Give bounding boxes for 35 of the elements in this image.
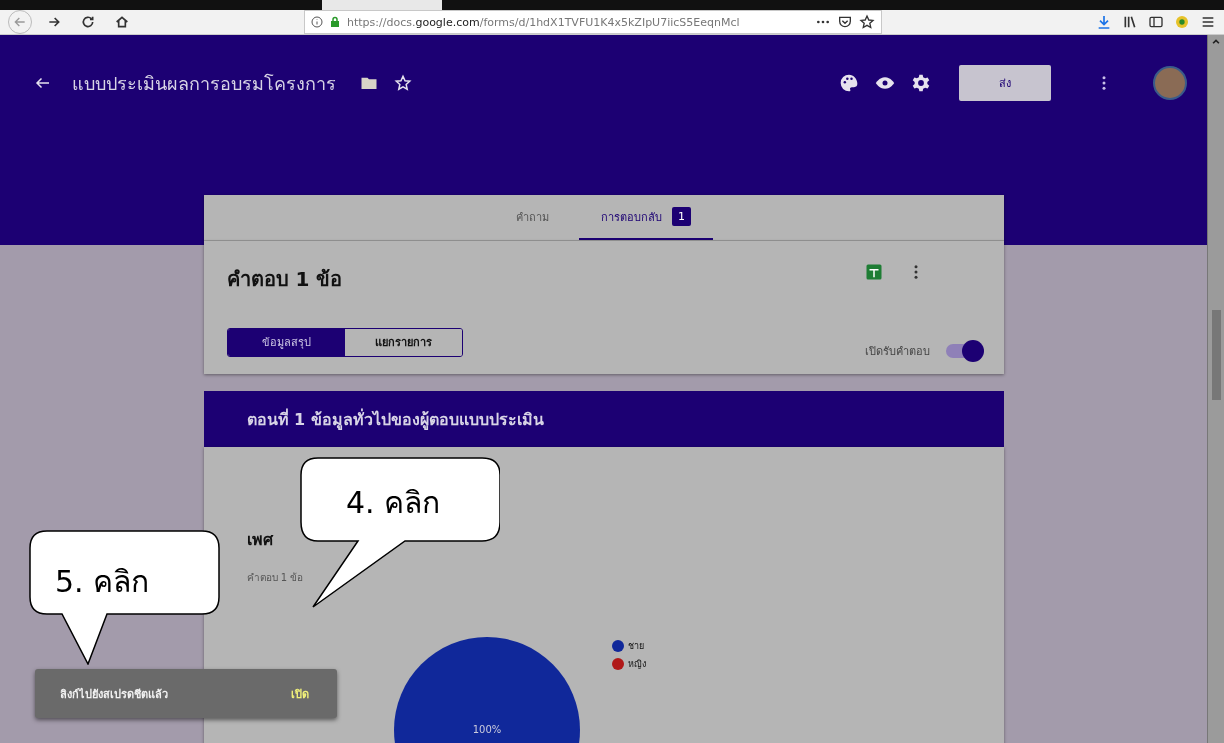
star-icon[interactable] [859, 14, 875, 30]
scrollbar-thumb[interactable] [1211, 310, 1221, 400]
send-button[interactable]: ส่ง [959, 65, 1051, 101]
callout-text: 4. คลิก [346, 484, 441, 522]
menu-icon[interactable] [1200, 14, 1216, 30]
legend-label: ชาย [627, 640, 644, 653]
section-title: ตอนที่ 1 ข้อมูลทั่วไปของผู้ตอบแบบประเมิน [246, 407, 544, 432]
open-link[interactable]: เปิด [289, 682, 311, 705]
avatar[interactable] [1153, 66, 1187, 100]
question-title: เพศ [246, 529, 275, 551]
reload-icon [80, 14, 96, 30]
url-text: https://docs.google.com/forms/d/1hdX1TVFU1K4x5kZIpU7iicS5EeqnMcl [347, 15, 741, 29]
form-title: แบบประเมินผลการอบรมโครงการ [72, 71, 336, 96]
legend-label: หญิง [627, 658, 646, 671]
snackbar-message: ลิงก์ไปยังสเปรดชีตแล้ว [60, 686, 168, 703]
responses-title: คำตอบ 1 ข้อ [226, 266, 344, 293]
view-toggle[interactable]: ข้อมูลสรุป [227, 328, 345, 356]
response-count: คำตอบ 1 ข้อ [246, 571, 305, 585]
toggle-label: เปิดรับคำตอบ [864, 344, 930, 360]
lock-icon [329, 16, 341, 28]
address-bar[interactable]: https://docs.google.com/forms/d/1hdX1TVFU1K4x5kZIpU7iicS5EeqnMcl [304, 10, 882, 34]
library-icon[interactable] [1122, 14, 1138, 30]
sidebar-icon[interactable] [1148, 14, 1164, 30]
scroll-up-icon[interactable] [1211, 37, 1221, 47]
settings-icon[interactable] [911, 73, 931, 93]
palette-icon[interactable] [839, 73, 859, 93]
home-icon [114, 14, 130, 30]
tab[interactable]: คำถาม [494, 195, 571, 240]
download-icon[interactable] [1096, 14, 1112, 30]
info-icon [311, 16, 323, 28]
spreadsheet-icon[interactable] [864, 263, 883, 281]
count-badge: 1 [672, 207, 691, 226]
data-label: 100% [472, 724, 501, 735]
shield-icon[interactable] [837, 14, 853, 30]
callout-text: 5. คลิก [55, 563, 150, 601]
